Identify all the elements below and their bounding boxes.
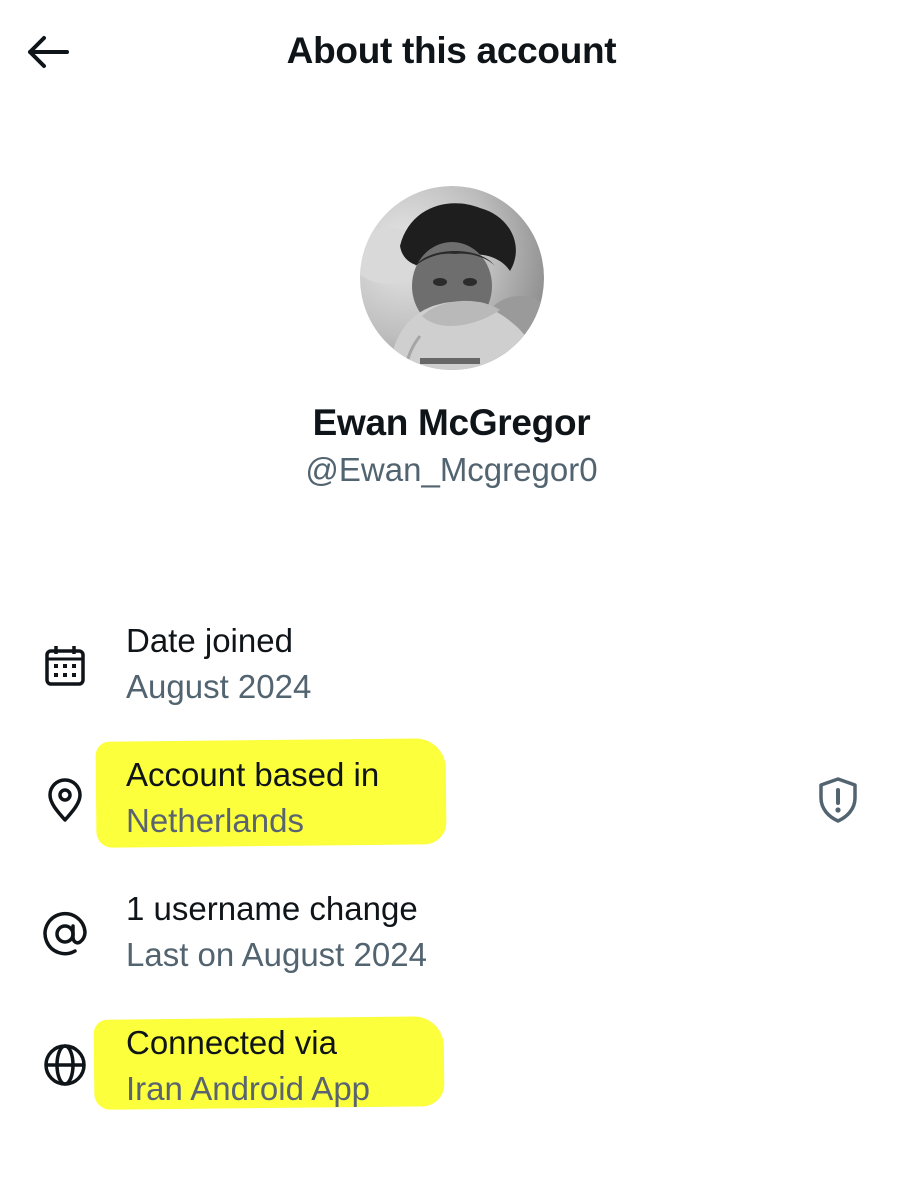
avatar[interactable] bbox=[360, 186, 544, 370]
detail-row-account-based-in: Account based in Netherlands bbox=[0, 746, 903, 856]
at-sign-icon bbox=[40, 909, 90, 959]
detail-title: Account based in bbox=[126, 756, 380, 793]
detail-row-connected-via: Connected via Iran Android App bbox=[0, 1014, 903, 1124]
detail-value: Netherlands bbox=[126, 802, 304, 839]
detail-title: Date joined bbox=[126, 622, 293, 659]
page-title: About this account bbox=[286, 30, 617, 71]
shield-alert-icon[interactable] bbox=[812, 774, 864, 826]
location-pin-icon bbox=[40, 775, 90, 825]
detail-title: 1 username change bbox=[126, 890, 418, 927]
detail-row-username-change: 1 username change Last on August 2024 bbox=[0, 880, 903, 990]
username-handle: @Ewan_Mcgregor0 bbox=[305, 451, 598, 488]
detail-value: August 2024 bbox=[126, 668, 312, 705]
detail-title: Connected via bbox=[126, 1024, 337, 1061]
calendar-icon bbox=[40, 641, 90, 691]
globe-icon bbox=[40, 1040, 90, 1090]
detail-value: Iran Android App bbox=[126, 1070, 371, 1107]
display-name: Ewan McGregor bbox=[312, 402, 591, 443]
detail-value: Last on August 2024 bbox=[126, 936, 427, 973]
detail-row-date-joined: Date joined August 2024 bbox=[0, 612, 903, 722]
